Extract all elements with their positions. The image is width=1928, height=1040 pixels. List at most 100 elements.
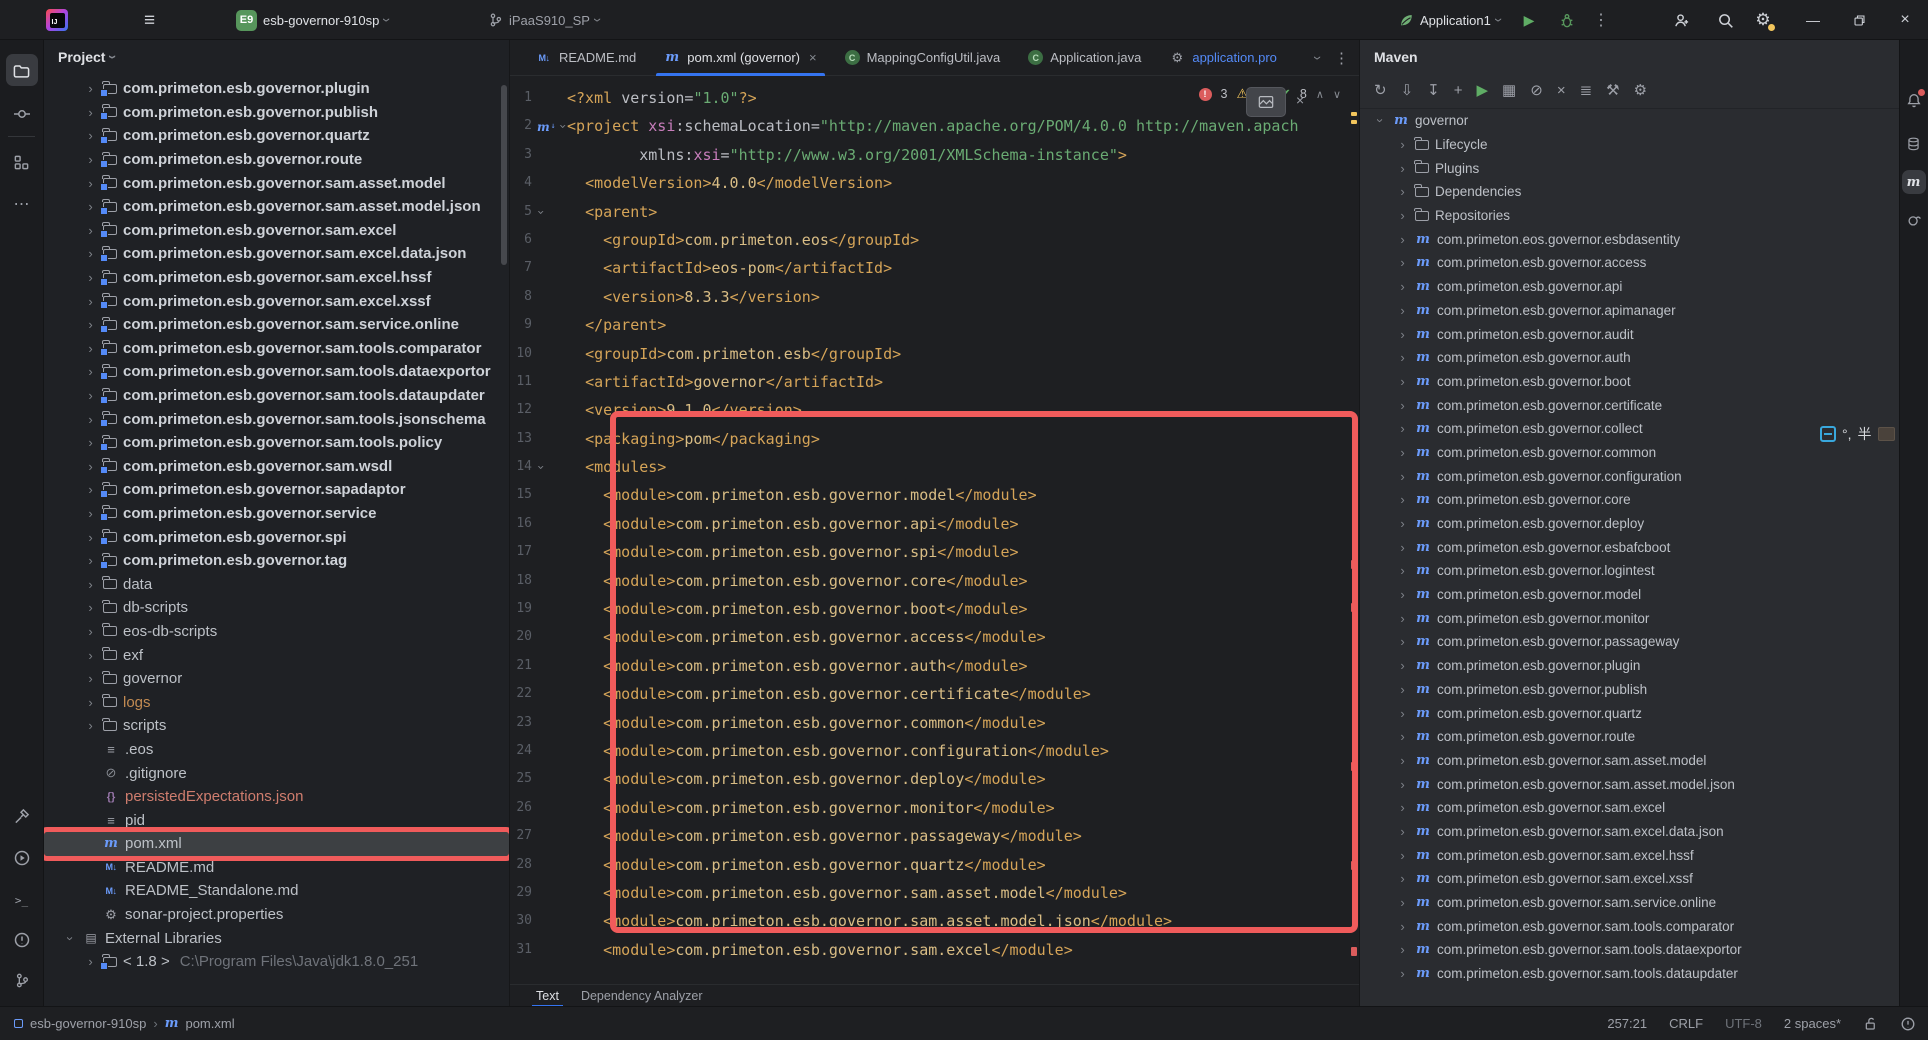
error-stripe-mark[interactable] [1351, 861, 1357, 870]
code-line[interactable]: 19 <module>com.primeton.esb.governor.boo… [510, 595, 1359, 623]
line-ending[interactable]: CRLF [1669, 1016, 1703, 1031]
editor-tab[interactable]: ⚙application.pro [1155, 40, 1291, 76]
maven-tree-item[interactable]: ›mcom.primeton.esb.governor.sam.excel.xs… [1360, 867, 1899, 891]
project-tree-item[interactable]: ›com.primeton.esb.governor.sam.asset.mod… [44, 171, 509, 195]
code-line[interactable]: 6 <groupId>com.primeton.eos</groupId> [510, 226, 1359, 254]
chevron-right-icon[interactable]: › [84, 81, 97, 96]
fold-chevron-icon[interactable]: › [526, 208, 554, 215]
project-tree-item[interactable]: ›eos-db-scripts [44, 620, 509, 644]
chevron-right-icon[interactable]: › [1396, 563, 1409, 578]
chevron-right-icon[interactable]: › [1396, 398, 1409, 413]
code-with-me-button[interactable] [1666, 0, 1696, 40]
project-tree-item[interactable]: ›com.primeton.esb.governor.sam.tools.jso… [44, 407, 509, 431]
chevron-right-icon[interactable]: › [84, 459, 97, 474]
editor-tab[interactable]: mpom.xml (governor)× [650, 40, 830, 76]
maven-tree-item[interactable]: ›mcom.primeton.esb.governor.sam.asset.mo… [1360, 772, 1899, 796]
code-line[interactable]: 3 xmlns:xsi="http://www.w3.org/2001/XMLS… [510, 141, 1359, 169]
chevron-right-icon[interactable]: › [1396, 469, 1409, 484]
terminal-tool-icon[interactable]: >_ [6, 884, 38, 916]
chevron-right-icon[interactable]: › [1396, 540, 1409, 555]
chevron-right-icon[interactable]: › [84, 648, 97, 663]
chevron-right-icon[interactable]: › [1396, 327, 1409, 342]
project-tree-item[interactable]: ›com.primeton.esb.governor.sam.tools.dat… [44, 384, 509, 408]
unlock-icon[interactable] [1863, 1016, 1878, 1032]
maven-tree-item[interactable]: ›mcom.primeton.esb.governor.sam.excel.da… [1360, 820, 1899, 844]
sync-icon[interactable]: ↻ [1374, 83, 1387, 98]
chevron-right-icon[interactable]: › [1396, 848, 1409, 863]
chevron-right-icon[interactable]: › [1396, 421, 1409, 436]
more-tools-icon[interactable]: ⋯ [6, 188, 38, 220]
run-config-selector[interactable]: Application1 › [1398, 0, 1501, 40]
settings-button[interactable]: ⚙ [1748, 0, 1778, 40]
problems-tool-icon[interactable] [6, 924, 38, 956]
project-tree-item[interactable]: ›data [44, 572, 509, 596]
maven-tree-item[interactable]: ›mcom.primeton.esb.governor.sam.tools.da… [1360, 962, 1899, 986]
chevron-right-icon[interactable]: › [84, 671, 97, 686]
maven-tree-item[interactable]: ›mcom.primeton.esb.governor.logintest [1360, 559, 1899, 583]
chevron-right-icon[interactable]: › [84, 270, 97, 285]
chevron-right-icon[interactable]: › [1396, 137, 1409, 152]
chevron-right-icon[interactable]: › [84, 105, 97, 120]
close-icon[interactable]: × [1296, 92, 1304, 108]
maven-tree-item[interactable]: ›mcom.primeton.esb.governor.deploy [1360, 512, 1899, 536]
project-tree-item[interactable]: ›com.primeton.esb.governor.spi [44, 525, 509, 549]
chevron-right-icon[interactable]: › [1396, 208, 1409, 223]
commit-tool-icon[interactable] [6, 98, 38, 130]
chevron-right-icon[interactable]: › [1396, 919, 1409, 934]
maven-tree-item[interactable]: ›mcom.primeton.esb.governor.quartz [1360, 701, 1899, 725]
chevron-right-icon[interactable]: › [1396, 777, 1409, 792]
tab-options-kebab-icon[interactable]: ⋮ [1334, 49, 1349, 67]
maven-tree-item[interactable]: ›mcom.primeton.esb.governor.common [1360, 441, 1899, 465]
debug-button[interactable] [1552, 0, 1582, 40]
notifications-bell-icon[interactable] [1902, 88, 1926, 112]
error-stripe-mark[interactable] [1351, 560, 1357, 569]
breadcrumb[interactable]: esb-governor-910sp › m pom.xml [14, 1016, 235, 1031]
project-tree-item[interactable]: ›com.primeton.esb.governor.tag [44, 549, 509, 573]
project-tree-item[interactable]: ›com.primeton.esb.governor.sam.excel.hss… [44, 266, 509, 290]
chevron-right-icon[interactable]: › [84, 176, 97, 191]
maven-tree-item[interactable]: ›mcom.primeton.esb.governor.model [1360, 583, 1899, 607]
chevron-right-icon[interactable]: › [1396, 706, 1409, 721]
chevron-right-icon[interactable]: › [84, 600, 97, 615]
chevron-right-icon[interactable]: › [1396, 895, 1409, 910]
chevron-right-icon[interactable]: › [1396, 492, 1409, 507]
expand-all-icon[interactable]: ▦ [1502, 83, 1516, 98]
chevron-down-icon[interactable]: › [1373, 114, 1388, 127]
caret-position[interactable]: 257:21 [1607, 1016, 1647, 1031]
chevron-right-icon[interactable]: › [1396, 634, 1409, 649]
code-line[interactable]: 22 <module>com.primeton.esb.governor.cer… [510, 680, 1359, 708]
services-tool-icon[interactable] [6, 842, 38, 874]
maven-tree-item[interactable]: ›mcom.primeton.esb.governor.audit [1360, 322, 1899, 346]
maven-tree-item[interactable]: ›mcom.primeton.esb.governor.publish [1360, 678, 1899, 702]
structure-tool-icon[interactable] [6, 146, 38, 178]
maven-tool-icon[interactable]: m [1902, 170, 1926, 194]
project-tree-item[interactable]: ›com.primeton.esb.governor.sam.tools.com… [44, 337, 509, 361]
chevron-right-icon[interactable]: › [1396, 753, 1409, 768]
project-tree-item[interactable]: ›M↓README.md [44, 856, 509, 880]
project-tree-item[interactable]: ›com.primeton.esb.governor.sam.excel.dat… [44, 242, 509, 266]
maven-tree-item[interactable]: ›mcom.primeton.esb.governor.sam.service.… [1360, 891, 1899, 915]
inspection-status-icon[interactable] [1900, 1016, 1916, 1032]
fold-chevron-icon[interactable]: › [526, 464, 554, 471]
project-panel-header[interactable]: Project › [44, 40, 509, 73]
fold-chevron-icon[interactable]: › [548, 123, 576, 130]
code-editor[interactable]: 1<?xml version="1.0"?>2m↓›<project xsi:s… [510, 76, 1359, 984]
maven-tree-item[interactable]: ›Dependencies [1360, 180, 1899, 204]
chevron-right-icon[interactable]: › [1396, 279, 1409, 294]
chevron-right-icon[interactable]: › [84, 317, 97, 332]
code-line[interactable]: 17 <module>com.primeton.esb.governor.spi… [510, 538, 1359, 566]
code-line[interactable]: 7 <artifactId>eos-pom</artifactId> [510, 254, 1359, 282]
run-button[interactable]: ▶ [1514, 0, 1544, 40]
project-tree-item[interactable]: ›com.primeton.esb.governor.route [44, 148, 509, 172]
maven-tree-item[interactable]: ›Repositories [1360, 204, 1899, 228]
chevron-right-icon[interactable]: › [84, 718, 97, 733]
git-tool-icon[interactable] [6, 964, 38, 996]
project-tree-item[interactable]: ›com.primeton.esb.governor.sam.tools.dat… [44, 360, 509, 384]
maven-tree-item[interactable]: ›mcom.primeton.esb.governor.access [1360, 251, 1899, 275]
code-line[interactable]: 29 <module>com.primeton.esb.governor.sam… [510, 879, 1359, 907]
database-tool-icon[interactable] [1902, 132, 1926, 156]
chevron-right-icon[interactable]: › [1396, 682, 1409, 697]
project-tree-item[interactable]: ›< 1.8 >C:\Program Files\Java\jdk1.8.0_2… [44, 950, 509, 974]
project-tree-item[interactable]: ›com.primeton.esb.governor.quartz [44, 124, 509, 148]
project-tree-item[interactable]: ›governor [44, 667, 509, 691]
